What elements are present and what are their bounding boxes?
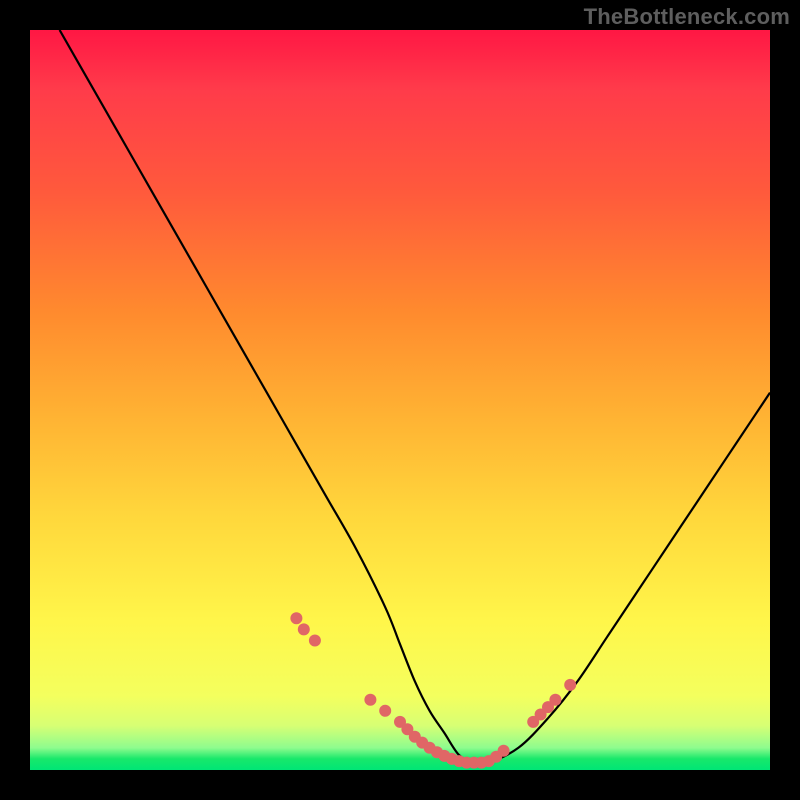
chart-frame: TheBottleneck.com [0,0,800,800]
highlight-point [379,705,391,717]
chart-svg [30,30,770,770]
chart-plot-area [30,30,770,770]
highlight-point [498,745,510,757]
highlight-point [549,694,561,706]
watermark-label: TheBottleneck.com [584,4,790,30]
highlight-point [309,635,321,647]
highlight-point [290,612,302,624]
highlight-point [564,679,576,691]
highlight-point [364,694,376,706]
bottleneck-curve-path [60,30,770,764]
highlight-point [298,623,310,635]
bottom-cluster-group [290,612,576,768]
